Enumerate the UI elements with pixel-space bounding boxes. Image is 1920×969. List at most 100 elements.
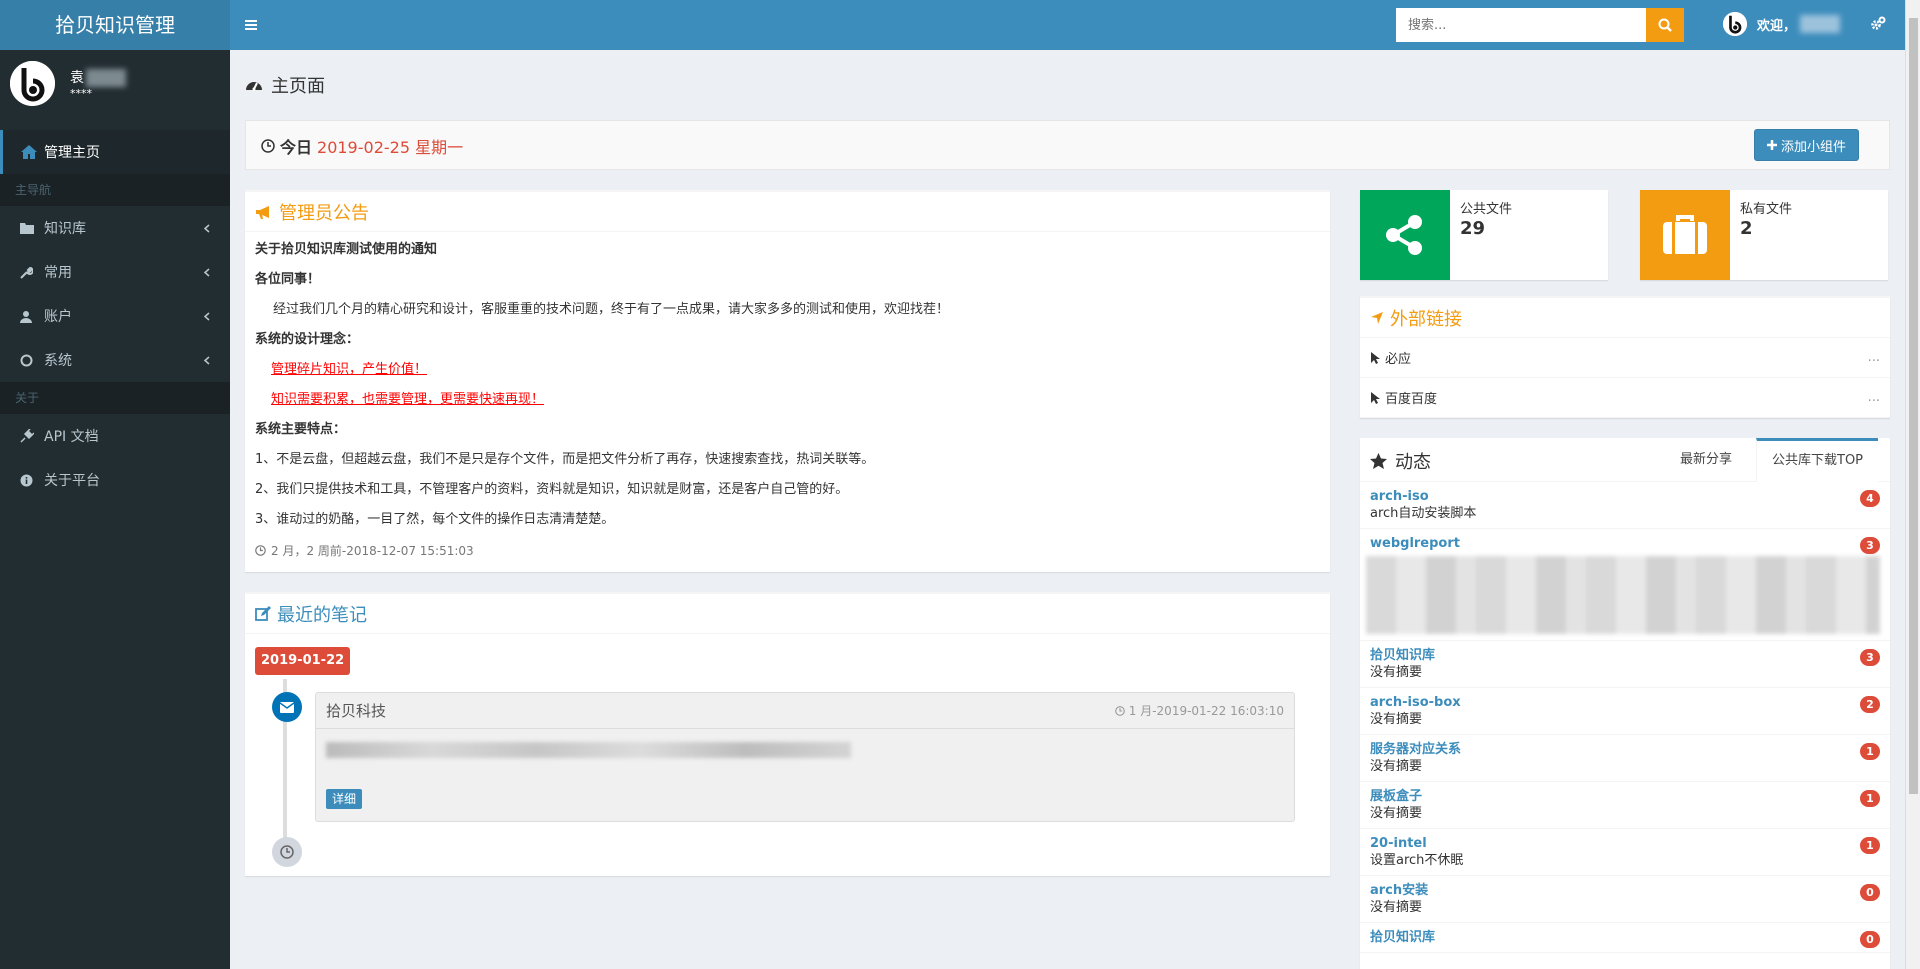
item-name[interactable]: arch安装 <box>1370 882 1880 899</box>
today-date: 2019-02-25 星期一 <box>317 138 464 157</box>
tab-latest-share[interactable]: 最新分享 <box>1665 438 1747 482</box>
list-item[interactable]: 拾贝知识库 0 <box>1360 923 1890 953</box>
item-desc: 没有摘要 <box>1370 759 1423 774</box>
notice-heading: 关于拾贝知识库测试使用的通知 <box>255 242 438 257</box>
scrollbar-thumb[interactable] <box>1909 18 1918 794</box>
star-icon <box>1370 453 1387 469</box>
dashboard-icon <box>245 77 263 93</box>
notice-features-title: 系统主要特点： <box>255 422 347 437</box>
item-desc: 设置arch不休眠 <box>1370 853 1464 868</box>
sidebar: 拾贝知识管理 袁 **** 管理主页 主导航 知识库 常用 账户 系统 关于 A… <box>0 0 230 969</box>
add-widget-button[interactable]: 添加小组件 <box>1753 129 1859 161</box>
info-icon <box>20 474 38 487</box>
list-item[interactable]: 展板盒子 没有摘要 1 <box>1360 782 1890 829</box>
count-badge: 3 <box>1860 537 1880 554</box>
sidebar-item-home[interactable]: 管理主页 <box>0 130 230 174</box>
page-title: 主页面 <box>245 72 325 98</box>
sidebar-item-system[interactable]: 系统 <box>0 338 230 382</box>
detail-button[interactable]: 详细 <box>326 789 363 809</box>
external-link-item[interactable]: 必应 ... <box>1360 338 1890 378</box>
timeline-item: 拾贝科技 1 月-2019-01-22 16:03:10 详细 <box>315 692 1295 822</box>
notice-greeting: 各位同事！ <box>255 272 321 287</box>
today-bar: 今日 2019-02-25 星期一 添加小组件 <box>245 120 1890 170</box>
count-badge: 0 <box>1860 931 1880 948</box>
note-title[interactable]: 拾贝科技 <box>326 700 386 721</box>
count-badge: 1 <box>1860 790 1880 807</box>
app-logo[interactable]: 拾贝知识管理 <box>0 0 230 50</box>
sidebar-item-api-docs[interactable]: API 文档 <box>0 414 230 458</box>
menu-header-about: 关于 <box>0 382 230 414</box>
avatar <box>10 61 55 106</box>
item-name[interactable]: webglreport <box>1370 535 1880 552</box>
sidebar-item-about[interactable]: 关于平台 <box>0 458 230 502</box>
gears-icon[interactable] <box>1870 16 1886 32</box>
recent-notes-panel: 最近的笔记 2019-01-22 拾贝科技 1 月-2019-01-22 16:… <box>245 592 1330 876</box>
chevron-left-icon <box>204 267 210 277</box>
avatar <box>1723 12 1747 36</box>
item-name[interactable]: arch-iso <box>1370 488 1880 505</box>
count-badge: 3 <box>1860 649 1880 666</box>
item-name[interactable]: 拾贝知识库 <box>1370 929 1880 946</box>
envelope-icon <box>272 692 302 722</box>
more-text: ... <box>1867 350 1880 365</box>
item-desc-blurred <box>1366 556 1880 634</box>
activity-header: 动态 最新分享 公共库下载TOP <box>1360 438 1890 482</box>
user-panel: 袁 **** <box>0 50 230 120</box>
notice-concept-link[interactable]: 知识需要积累，也需要管理，更需要快速再现！ <box>271 392 544 407</box>
count-badge: 1 <box>1860 837 1880 854</box>
item-name[interactable]: 20-intel <box>1370 835 1880 852</box>
list-item[interactable]: arch-iso arch自动安装脚本 4 <box>1360 482 1890 529</box>
topbar: 欢迎， <box>230 0 1905 50</box>
activity-panel: 动态 最新分享 公共库下载TOP arch-iso arch自动安装脚本 4 w… <box>1360 438 1890 969</box>
sidebar-item-account[interactable]: 账户 <box>0 294 230 338</box>
edit-icon <box>255 605 271 622</box>
public-files-stat[interactable]: 公共文件 29 <box>1360 190 1608 280</box>
list-item[interactable]: 服务器对应关系 没有摘要 1 <box>1360 735 1890 782</box>
tab-public-download-top[interactable]: 公共库下载TOP <box>1756 438 1879 482</box>
wrench-icon <box>20 266 38 279</box>
bullhorn-icon <box>255 205 273 219</box>
notice-meta: 2 月，2 周前-2018-12-07 15:51:03 <box>255 542 1320 559</box>
search-icon <box>1658 18 1672 32</box>
notice-panel: 管理员公告 关于拾贝知识库测试使用的通知 各位同事！ 经过我们几个月的精心研究和… <box>245 190 1330 572</box>
notice-feature: 2、我们只提供技术和工具，不管理客户的资料，资料就是知识，知识就是财富，还是客户… <box>255 482 849 497</box>
clock-icon <box>272 837 302 867</box>
notice-body: 关于拾贝知识库测试使用的通知 各位同事！ 经过我们几个月的精心研究和设计，客服重… <box>245 232 1330 569</box>
search-input[interactable] <box>1396 8 1646 42</box>
notice-concept-link[interactable]: 管理碎片知识，产生价值！ <box>271 362 427 377</box>
note-time: 1 月-2019-01-22 16:03:10 <box>1114 702 1284 719</box>
item-desc: 没有摘要 <box>1370 806 1423 821</box>
item-name[interactable]: arch-iso-box <box>1370 694 1880 711</box>
sidebar-item-common[interactable]: 常用 <box>0 250 230 294</box>
chevron-left-icon <box>204 311 210 321</box>
list-item[interactable]: arch安装 没有摘要 0 <box>1360 876 1890 923</box>
item-name[interactable]: 服务器对应关系 <box>1370 741 1880 758</box>
sidebar-toggle-icon[interactable] <box>245 15 265 35</box>
user-name: 袁 <box>70 67 126 87</box>
user-status: **** <box>70 87 92 100</box>
item-desc: 没有摘要 <box>1370 712 1423 727</box>
user-icon <box>20 310 38 323</box>
notice-title: 管理员公告 <box>245 192 1330 232</box>
external-links-panel: 外部链接 必应 ... 百度百度 ... <box>1360 296 1890 418</box>
timeline-date: 2019-01-22 <box>255 647 351 675</box>
list-item[interactable]: arch-iso-box 没有摘要 2 <box>1360 688 1890 735</box>
count-badge: 2 <box>1860 696 1880 713</box>
search-button[interactable] <box>1646 8 1684 42</box>
private-files-stat[interactable]: 私有文件 2 <box>1640 190 1888 280</box>
item-desc: 没有摘要 <box>1370 900 1423 915</box>
list-item[interactable]: 20-intel 设置arch不休眠 1 <box>1360 829 1890 876</box>
user-menu[interactable]: 欢迎， <box>1723 12 1841 36</box>
sidebar-item-knowledge[interactable]: 知识库 <box>0 206 230 250</box>
plug-icon <box>20 429 38 443</box>
clock-icon <box>261 139 275 153</box>
item-name[interactable]: 展板盒子 <box>1370 788 1880 805</box>
page-scrollbar[interactable] <box>1905 0 1920 969</box>
list-item[interactable]: webglreport 3 <box>1360 529 1890 641</box>
activity-title: 动态 <box>1370 448 1431 474</box>
item-name[interactable]: 拾贝知识库 <box>1370 647 1880 664</box>
list-item[interactable]: 拾贝知识库 没有摘要 3 <box>1360 641 1890 688</box>
folder-icon <box>20 222 38 234</box>
stat-value: 2 <box>1740 218 1753 239</box>
external-link-item[interactable]: 百度百度 ... <box>1360 378 1890 418</box>
